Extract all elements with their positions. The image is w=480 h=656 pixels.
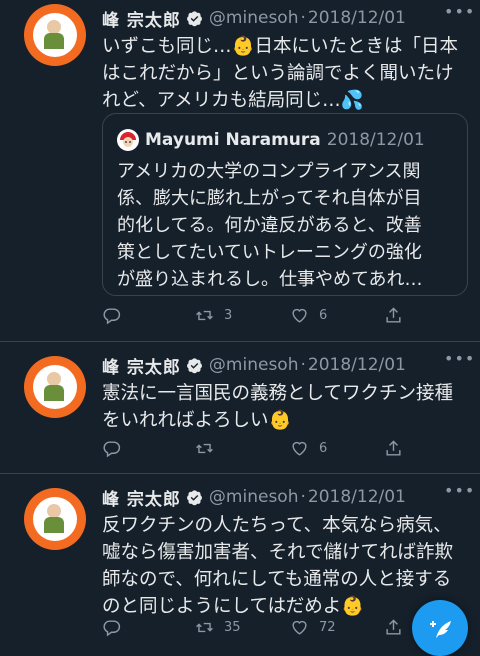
quote-date: 2018/12/01 xyxy=(326,130,425,150)
share-button[interactable] xyxy=(384,616,403,638)
compose-tweet-icon xyxy=(430,621,451,638)
tweet-header: 峰 宗太郎 @minesoh · 2018/12/01 xyxy=(102,353,440,378)
retweet-count: 35 xyxy=(224,619,241,635)
avatar-body xyxy=(44,517,64,533)
tweet-actions: 35 72 xyxy=(102,616,422,638)
quote-author-name: Mayumi Naramura xyxy=(145,130,321,150)
reply-icon xyxy=(103,440,121,457)
more-icon[interactable]: ••• xyxy=(444,483,474,507)
avatar-face xyxy=(47,20,61,34)
tweet[interactable]: 峰 宗太郎 @minesoh · 2018/12/01 ••• いずこも同じ…👶… xyxy=(0,0,480,342)
author-name[interactable]: 峰 宗太郎 xyxy=(102,485,181,510)
quoted-tweet[interactable]: Mayumi Naramura 2018/12/01 アメリカの大学のコンプライ… xyxy=(102,113,468,296)
retweet-button[interactable] xyxy=(195,437,224,459)
reply-button[interactable] xyxy=(102,437,131,459)
author-name[interactable]: 峰 宗太郎 xyxy=(102,6,181,31)
avatar-face xyxy=(47,372,61,386)
reply-button[interactable] xyxy=(102,304,131,326)
tweet-date[interactable]: 2018/12/01 xyxy=(308,355,406,375)
reply-icon xyxy=(103,619,121,636)
tweet-actions: 6 xyxy=(102,437,422,459)
like-count: 72 xyxy=(319,619,336,635)
quote-avatar-icon xyxy=(117,129,139,151)
share-icon xyxy=(386,439,401,456)
tweet-actions: 3 6 xyxy=(102,304,422,326)
tweet[interactable]: 峰 宗太郎 @minesoh · 2018/12/01 ••• 反ワクチンの人た… xyxy=(0,474,480,649)
like-button[interactable]: 6 xyxy=(290,437,327,459)
retweet-icon xyxy=(196,443,213,453)
avatar-face xyxy=(47,504,61,518)
author-handle[interactable]: @minesoh xyxy=(209,487,299,507)
retweet-button[interactable]: 3 xyxy=(195,304,232,326)
share-icon xyxy=(386,306,401,323)
reply-button[interactable] xyxy=(102,616,131,638)
heart-icon xyxy=(292,441,307,456)
tweet-text: いずこも同じ…👶日本にいたときは「日本 はこれだから」という論調でよく聞いたけ … xyxy=(102,36,459,111)
verified-badge-icon xyxy=(186,10,202,26)
avatar[interactable] xyxy=(24,4,86,66)
reply-icon xyxy=(103,307,121,324)
tweet[interactable]: 峰 宗太郎 @minesoh · 2018/12/01 ••• 憲法に一言国民の… xyxy=(0,342,480,474)
tweet-header: 峰 宗太郎 @minesoh · 2018/12/01 xyxy=(102,485,440,510)
more-icon[interactable]: ••• xyxy=(444,351,474,375)
heart-icon xyxy=(292,620,307,635)
separator-dot: · xyxy=(300,355,306,375)
quote-text: アメリカの大学のコンプライアンス関 係、膨大に膨れ上がってそれ自体が目 的化して… xyxy=(117,161,423,290)
separator-dot: · xyxy=(300,8,306,28)
verified-badge-icon xyxy=(186,357,202,373)
like-count: 6 xyxy=(319,307,328,323)
author-handle[interactable]: @minesoh xyxy=(209,8,299,28)
share-icon xyxy=(386,618,401,635)
retweet-count: 3 xyxy=(224,307,233,323)
tweet-header: 峰 宗太郎 @minesoh · 2018/12/01 xyxy=(102,6,440,31)
tweet-date[interactable]: 2018/12/01 xyxy=(308,487,406,507)
like-button[interactable]: 72 xyxy=(290,616,336,638)
avatar-body xyxy=(44,33,64,49)
tweet-text: 反ワクチンの人たちって、本気なら病気、 嘘なら傷害加害者、それで儲けてれば詐欺 … xyxy=(102,515,453,617)
like-count: 6 xyxy=(319,440,328,456)
heart-icon xyxy=(292,308,307,323)
compose-tweet-button[interactable] xyxy=(412,600,468,656)
like-button[interactable]: 6 xyxy=(290,304,327,326)
separator-dot: · xyxy=(300,487,306,507)
retweet-icon xyxy=(196,622,213,632)
more-icon[interactable]: ••• xyxy=(444,4,474,28)
tweet-text: 憲法に一言国民の義務としてワクチン接種 をいれればよろしい👶 xyxy=(102,383,453,431)
share-button[interactable] xyxy=(384,304,403,326)
avatar-body xyxy=(44,385,64,401)
verified-badge-icon xyxy=(186,489,202,505)
author-handle[interactable]: @minesoh xyxy=(209,355,299,375)
author-name[interactable]: 峰 宗太郎 xyxy=(102,353,181,378)
avatar[interactable] xyxy=(24,356,86,418)
quote-header: Mayumi Naramura 2018/12/01 xyxy=(117,129,425,151)
retweet-icon xyxy=(196,310,213,320)
retweet-button[interactable]: 35 xyxy=(195,616,241,638)
share-button[interactable] xyxy=(384,437,403,459)
tweet-date[interactable]: 2018/12/01 xyxy=(308,8,406,28)
avatar[interactable] xyxy=(24,488,86,550)
